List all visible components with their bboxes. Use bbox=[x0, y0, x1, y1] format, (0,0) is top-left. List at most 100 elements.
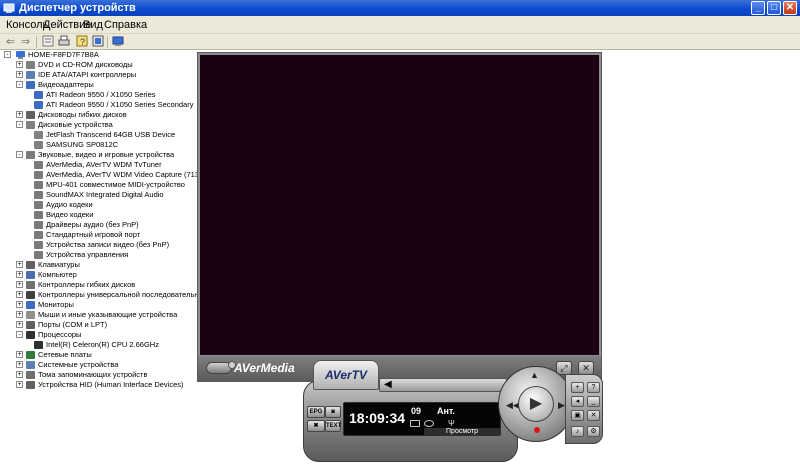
brand-label: AVerMedia bbox=[234, 361, 295, 375]
tree-device-item[interactable]: Драйверы аудио (без PnP) bbox=[24, 220, 200, 230]
tree-device-item[interactable]: Стандартный игровой порт bbox=[24, 230, 200, 240]
expand-toggle[interactable]: + bbox=[16, 281, 23, 288]
expand-toggle[interactable]: + bbox=[16, 301, 23, 308]
tree-device-item[interactable]: ATI Radeon 9550 / X1050 Series Secondary bbox=[24, 100, 200, 110]
forward-arrow-icon[interactable]: ⇒ bbox=[18, 35, 33, 49]
tree-category-item[interactable]: + Устройства HID (Human Interface Devices… bbox=[16, 380, 200, 390]
tree-category-item[interactable]: + Сетевые платы bbox=[16, 350, 200, 360]
audio-indicator-icon bbox=[424, 420, 434, 427]
mute-icon[interactable]: ♪ bbox=[571, 426, 584, 437]
keyboard-icon bbox=[26, 261, 35, 269]
expand-toggle[interactable]: + bbox=[16, 381, 23, 388]
tv-video-screen[interactable] bbox=[200, 55, 599, 355]
display-adapter-icon bbox=[34, 101, 43, 109]
tools-icon[interactable]: ✖ bbox=[307, 420, 325, 432]
close-panel-icon[interactable]: ✕ bbox=[587, 410, 600, 421]
help-icon[interactable]: ? bbox=[74, 35, 89, 49]
expand-toggle[interactable]: + bbox=[16, 291, 23, 298]
volume-icon[interactable]: ◂ bbox=[571, 396, 584, 407]
minimize-panel-icon[interactable]: _ bbox=[587, 396, 600, 407]
expand-toggle[interactable]: + bbox=[16, 321, 23, 328]
tree-category-item[interactable]: - Процессоры bbox=[16, 330, 200, 340]
clock-display: 18:09:34 bbox=[349, 410, 406, 426]
tree-category-item[interactable]: + Тома запоминающих устройств bbox=[16, 370, 200, 380]
tree-device-item[interactable]: JetFlash Transcend 64GB USB Device bbox=[24, 130, 200, 140]
volume-up-icon[interactable]: + bbox=[571, 382, 584, 393]
tree-item-label: Компьютер bbox=[38, 270, 77, 279]
tree-device-item[interactable]: Аудио кодеки bbox=[24, 200, 200, 210]
expand-toggle[interactable]: + bbox=[16, 361, 23, 368]
tree-device-item[interactable]: Видео кодеки bbox=[24, 210, 200, 220]
tree-category-item[interactable]: + Мыши и иные указывающие устройства bbox=[16, 310, 200, 320]
minimize-button[interactable]: _ bbox=[751, 1, 765, 15]
tree-device-item[interactable]: ATI Radeon 9550 / X1050 Series bbox=[24, 90, 200, 100]
tree-category-item[interactable]: - Звуковые, видео и игровые устройства bbox=[16, 150, 200, 160]
tree-category-item[interactable]: + DVD и CD-ROM дисководы bbox=[16, 60, 200, 70]
settings-icon[interactable]: ⚙ bbox=[587, 426, 600, 437]
tree-category-item[interactable]: + Контроллеры гибких дисков bbox=[16, 280, 200, 290]
scan-hardware-icon[interactable] bbox=[110, 35, 125, 49]
help-icon[interactable]: ? bbox=[587, 382, 600, 393]
play-button[interactable]: ▶ bbox=[518, 386, 554, 422]
expand-toggle[interactable]: + bbox=[16, 351, 23, 358]
tree-item-label: Контроллеры гибких дисков bbox=[38, 280, 136, 289]
update-driver-icon[interactable] bbox=[90, 35, 105, 49]
menu-view[interactable]: Вид bbox=[83, 19, 103, 31]
tree-device-item[interactable]: Устройства управления bbox=[24, 250, 200, 260]
tree-category-item[interactable]: + Клавиатуры bbox=[16, 260, 200, 270]
avertv-control-panel[interactable]: AVerTV ◀ EPG ◙ ✖ TEXT 18:09:34 09 Ант. Ψ… bbox=[303, 360, 605, 464]
menu-console[interactable]: Консоль bbox=[6, 19, 48, 31]
epg-button[interactable]: EPG bbox=[307, 406, 325, 418]
panel-top-strip[interactable]: ◀ bbox=[379, 378, 507, 392]
collapse-toggle[interactable]: - bbox=[16, 151, 23, 158]
window-titlebar[interactable]: Диспетчер устройств _ □ ✕ bbox=[0, 0, 800, 16]
tv-indicator-icon bbox=[410, 420, 420, 427]
tree-device-item[interactable]: SAMSUNG SP0812C bbox=[24, 140, 200, 150]
expand-toggle[interactable]: + bbox=[16, 61, 23, 68]
tree-category-item[interactable]: + Дисководы гибких дисков bbox=[16, 110, 200, 120]
tree-category-item[interactable]: + Контроллеры универсальной последователь… bbox=[16, 290, 200, 300]
close-button[interactable]: ✕ bbox=[783, 1, 797, 15]
tree-category-item[interactable]: + Мониторы bbox=[16, 300, 200, 310]
tree-category-item[interactable]: + Системные устройства bbox=[16, 360, 200, 370]
tree-root[interactable]: - HOME-F8FD7F7B8A bbox=[4, 50, 200, 60]
collapse-toggle[interactable]: - bbox=[16, 121, 23, 128]
maximize-button[interactable]: □ bbox=[767, 1, 781, 15]
channel-up-icon[interactable]: ▲ bbox=[530, 370, 539, 380]
print-icon[interactable] bbox=[56, 35, 71, 49]
back-arrow-icon[interactable]: ⇐ bbox=[3, 35, 18, 49]
tree-device-item[interactable]: SoundMAX Integrated Digital Audio bbox=[24, 190, 200, 200]
collapse-toggle[interactable]: - bbox=[16, 81, 23, 88]
menu-help[interactable]: Справка bbox=[104, 19, 147, 31]
signal-source: Ант. bbox=[437, 406, 456, 416]
text-button[interactable]: TEXT bbox=[325, 420, 341, 432]
expand-toggle[interactable]: + bbox=[16, 71, 23, 78]
tree-category-item[interactable]: - Дисковые устройства bbox=[16, 120, 200, 130]
tv-window[interactable]: AVerMedia ⤢ ✕ bbox=[197, 52, 602, 382]
disk-drive-icon bbox=[34, 131, 43, 139]
tree-device-item[interactable]: AVerMedia, AVerTV WDM TvTuner bbox=[24, 160, 200, 170]
expand-toggle[interactable]: + bbox=[16, 271, 23, 278]
tree-category-item[interactable]: + Компьютер bbox=[16, 270, 200, 280]
tree-device-item[interactable]: Устройства записи видео (без PnP) bbox=[24, 240, 200, 250]
tree-category-item[interactable]: + IDE ATA/ATAPI контроллеры bbox=[16, 70, 200, 80]
tree-category-item[interactable]: - Видеоадаптеры bbox=[16, 80, 200, 90]
cdrom-icon bbox=[26, 61, 35, 69]
expand-toggle[interactable]: + bbox=[16, 311, 23, 318]
menu-bar: Консоль Действие Вид Справка bbox=[0, 16, 800, 34]
collapse-toggle[interactable]: - bbox=[4, 51, 11, 58]
tree-category-item[interactable]: + Порты (COM и LPT) bbox=[16, 320, 200, 330]
expand-toggle[interactable]: + bbox=[16, 371, 23, 378]
collapse-arrow-icon[interactable]: ◀ bbox=[384, 379, 392, 391]
record-button[interactable] bbox=[534, 427, 540, 433]
pip-icon[interactable]: ▣ bbox=[571, 410, 584, 421]
tree-device-item[interactable]: Intel(R) Celeron(R) CPU 2.66GHz bbox=[24, 340, 200, 350]
tree-device-item[interactable]: AVerMedia, AVerTV WDM Video Capture (713… bbox=[24, 170, 200, 180]
snapshot-icon[interactable]: ◙ bbox=[325, 406, 341, 418]
collapse-toggle[interactable]: - bbox=[16, 331, 23, 338]
properties-icon[interactable] bbox=[40, 35, 55, 49]
tree-item-label: Процессоры bbox=[38, 330, 82, 339]
tree-device-item[interactable]: MPU-401 совместимое MIDI-устройство bbox=[24, 180, 200, 190]
expand-toggle[interactable]: + bbox=[16, 111, 23, 118]
expand-toggle[interactable]: + bbox=[16, 261, 23, 268]
